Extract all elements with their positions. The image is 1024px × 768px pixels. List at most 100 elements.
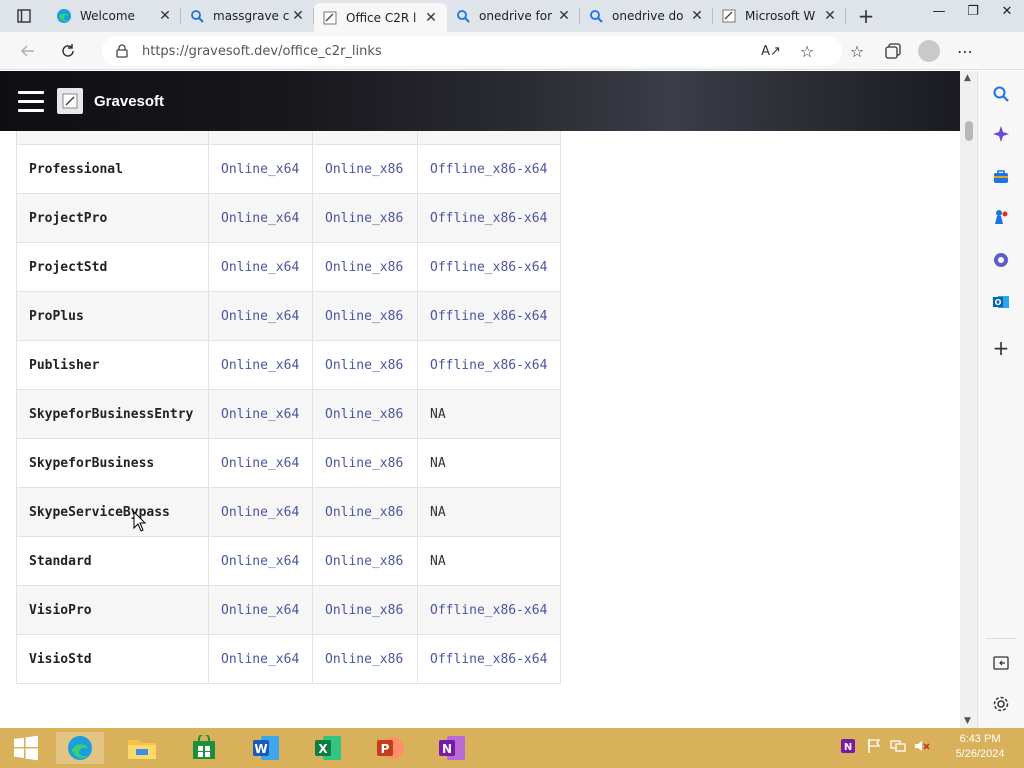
tray-network-button[interactable] [890,738,906,758]
outlook-button[interactable]: O [990,291,1012,313]
shopping-button[interactable] [990,166,1012,188]
taskbar-word[interactable]: W [242,732,290,764]
download-link[interactable]: Online_x64 [221,407,299,422]
games-button[interactable] [990,206,1012,228]
tab-close-button[interactable]: ✕ [822,8,838,24]
m365-button[interactable] [990,249,1012,271]
tray-volume-button[interactable] [914,738,930,758]
na-text: NA [430,455,446,471]
hide-sidebar-button[interactable] [990,652,1012,674]
download-link[interactable]: Online_x86 [325,162,403,177]
taskbar-clock[interactable]: 6:43 PM 5/26/2024 [948,732,1012,762]
download-link[interactable]: Online_x64 [221,162,299,177]
search-sidebar-button[interactable] [990,83,1012,105]
svg-text:N: N [442,742,452,756]
close-window-button[interactable]: ✕ [990,0,1024,22]
browser-tab[interactable]: Microsoft W ✕ [713,0,846,32]
tab-title: onedrive do [612,9,684,23]
scroll-down-arrow-icon[interactable]: ▼ [964,716,971,726]
download-link[interactable]: Online_x64 [221,309,299,324]
link-cell: Online_x64 [208,144,313,194]
vertical-scrollbar[interactable]: ▲ ▼ [960,71,977,728]
copilot-button[interactable] [990,123,1012,145]
download-link[interactable]: Offline_x86-x64 [430,652,547,667]
taskbar-powerpoint[interactable]: P [366,732,414,764]
download-link[interactable]: Online_x86 [325,211,403,226]
back-button[interactable] [12,35,44,67]
download-link[interactable]: Online_x86 [325,652,403,667]
add-sidebar-app-button[interactable]: + [990,336,1012,360]
taskbar-edge[interactable] [56,732,104,764]
tab-close-button[interactable]: ✕ [423,10,439,26]
folder-icon [128,740,156,759]
site-logo-icon[interactable] [57,88,83,114]
site-name[interactable]: Gravesoft [94,93,164,110]
read-aloud-button[interactable]: A↗ [760,40,782,62]
sidebar-settings-button[interactable] [990,693,1012,715]
refresh-button[interactable] [52,35,84,67]
windows-logo-icon [14,735,38,761]
collections-button[interactable] [882,40,904,62]
download-link[interactable]: Offline_x86-x64 [430,260,547,275]
scrollbar-thumb[interactable] [965,121,973,141]
na-text: NA [430,406,446,422]
browser-tab[interactable]: massgrave c ✕ [181,0,314,32]
tray-onenote-button[interactable]: N [840,737,858,759]
profile-button[interactable] [918,40,940,62]
mouse-cursor-icon [133,511,147,532]
minimize-button[interactable]: — [922,0,956,22]
browser-tab[interactable]: onedrive do ✕ [580,0,713,32]
download-link[interactable]: Online_x86 [325,554,403,569]
download-link[interactable]: Online_x86 [325,603,403,618]
download-link[interactable]: Online_x64 [221,505,299,520]
link-cell: Online_x64 [208,438,313,488]
download-link[interactable]: Online_x86 [325,358,403,373]
download-link[interactable]: Offline_x86-x64 [430,309,547,324]
download-link[interactable]: Offline_x86-x64 [430,358,547,373]
product-name: ProPlus [16,291,209,341]
tab-actions-button[interactable] [0,0,48,32]
taskbar-excel[interactable]: X [304,732,352,764]
taskbar-file-explorer[interactable] [118,732,166,764]
taskbar-store[interactable] [180,732,228,764]
tab-close-button[interactable]: ✕ [290,8,306,24]
download-link[interactable]: Offline_x86-x64 [430,162,547,177]
start-button[interactable] [2,732,50,764]
download-link[interactable]: Online_x86 [325,407,403,422]
download-link[interactable]: Online_x64 [221,652,299,667]
taskbar-onenote[interactable]: N [428,732,476,764]
browser-tab[interactable]: Office C2R l ✕ [314,3,447,32]
scroll-up-arrow-icon[interactable]: ▲ [964,73,971,83]
address-bar[interactable]: https://gravesoft.dev/office_c2r_links [102,36,842,66]
tab-close-button[interactable]: ✕ [157,8,173,24]
page-viewport: Gravesoft ProfessionalPipcOnline_x64Onli… [0,71,960,728]
add-favorite-button[interactable]: ☆ [796,40,818,62]
clock-time: 6:43 PM [959,733,1001,745]
download-link[interactable]: Offline_x86-x64 [430,211,547,226]
new-tab-button[interactable]: + [846,0,886,32]
restore-button[interactable]: ❐ [956,0,990,22]
download-link[interactable]: Online_x64 [221,211,299,226]
settings-more-button[interactable]: ⋯ [954,40,976,62]
browser-tab[interactable]: Welcome ✕ [48,0,181,32]
onenote-icon: N [439,736,465,760]
download-link[interactable]: Online_x64 [221,260,299,275]
tab-close-button[interactable]: ✕ [689,8,705,24]
tray-flag-button[interactable] [866,738,882,758]
address-bar-actions: A↗ ☆ [760,36,818,66]
download-link[interactable]: Online_x64 [221,358,299,373]
download-link[interactable]: Online_x86 [325,456,403,471]
tab-close-button[interactable]: ✕ [556,8,572,24]
menu-button[interactable] [18,90,44,112]
download-link[interactable]: Online_x86 [325,505,403,520]
download-link[interactable]: Offline_x86-x64 [430,603,547,618]
plus-icon: + [992,336,1010,360]
browser-tab[interactable]: onedrive for ✕ [447,0,580,32]
favorites-button[interactable]: ☆ [846,40,868,62]
briefcase-icon [994,170,1008,183]
download-link[interactable]: Online_x64 [221,554,299,569]
download-link[interactable]: Online_x64 [221,603,299,618]
download-link[interactable]: Online_x86 [325,260,403,275]
download-link[interactable]: Online_x86 [325,309,403,324]
download-link[interactable]: Online_x64 [221,456,299,471]
